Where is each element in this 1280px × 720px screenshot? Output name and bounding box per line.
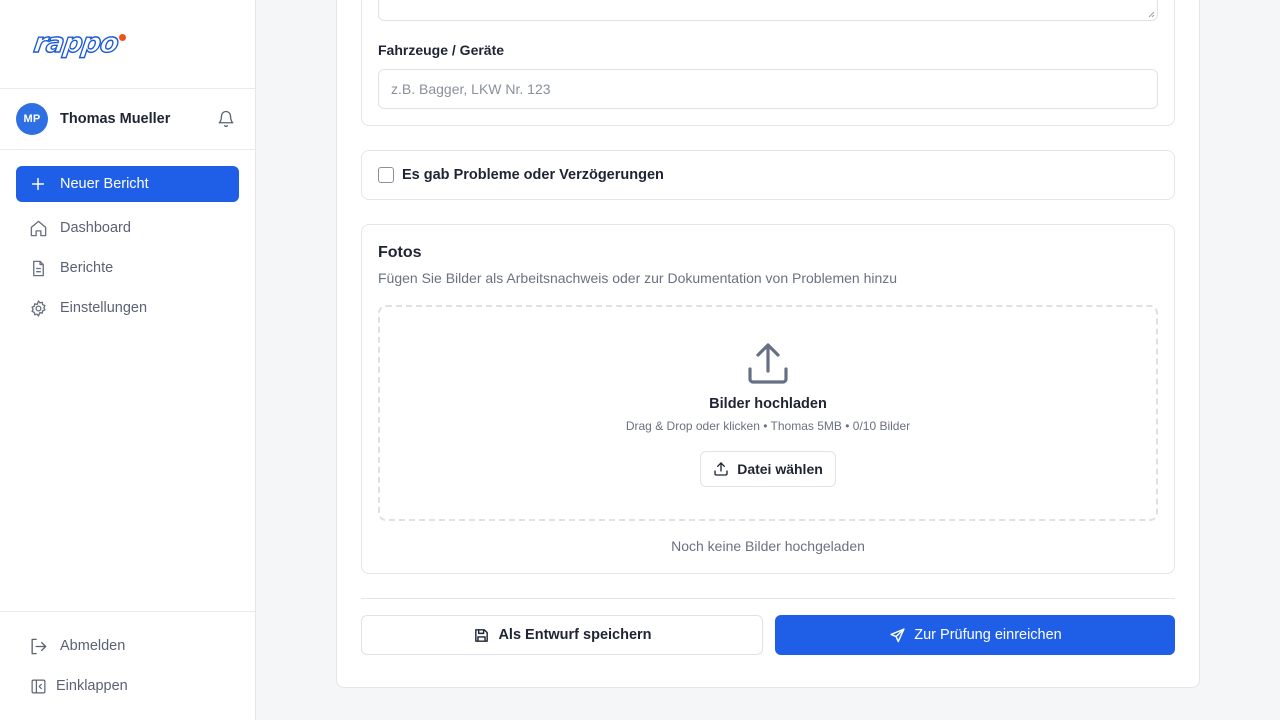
avatar[interactable]: MP [16,103,48,135]
problems-checkbox[interactable] [378,167,394,183]
sidebar-item-einstellungen[interactable]: Einstellungen [28,296,147,320]
problems-label: Es gab Probleme oder Verzögerungen [402,167,664,183]
sidebar: rappo MP Thomas Mueller Neuer Bericht Da… [0,0,256,720]
sidebar-item-dashboard[interactable]: Dashboard [28,216,131,240]
resize-handle-icon[interactable] [1147,10,1155,18]
sidebar-item-label: Dashboard [60,220,131,236]
plus-icon [29,175,47,193]
new-report-label: Neuer Bericht [60,176,149,192]
sidebar-item-label: Berichte [60,260,114,276]
logo-dot [118,34,126,41]
sidebar-item-berichte[interactable]: Berichte [28,256,113,280]
problems-checkbox-row[interactable]: Es gab Probleme oder Verzögerungen [378,166,664,184]
logout-icon [28,636,48,656]
upload-title: Bilder hochladen [709,396,827,412]
send-icon [888,626,906,644]
gear-icon [28,298,48,318]
upload-icon [748,343,788,384]
sidebar-divider [0,88,255,89]
save-draft-label: Als Entwurf speichern [498,627,652,643]
collapse-button[interactable]: Einklappen [28,674,128,698]
sidebar-item-label: Einstellungen [60,300,148,316]
sidebar-divider [0,149,255,150]
vehicles-input[interactable] [378,69,1158,109]
submit-label: Zur Prüfung einreichen [914,627,1062,643]
save-icon [472,626,490,644]
bell-icon[interactable] [216,109,236,129]
logout-button[interactable]: Abmelden [28,634,125,658]
no-images-note: Noch keine Bilder hochgeladen [671,538,865,554]
actions-divider [361,598,1175,599]
new-report-button[interactable]: Neuer Bericht [16,166,239,202]
home-icon [28,218,48,238]
rappo-logo[interactable]: rappo [31,26,126,60]
photos-title: Fotos [378,244,422,261]
document-icon [28,258,48,278]
user-name: Thomas Mueller [60,111,171,127]
collapse-label: Einklappen [56,678,128,694]
photo-dropzone[interactable] [378,305,1158,521]
choose-file-button[interactable]: Datei wählen [700,451,836,487]
logo-wordmark: rappo [31,27,121,59]
choose-file-label: Datei wählen [737,461,823,477]
upload-icon [713,461,729,477]
sidebar-divider [0,611,255,612]
upload-hint: Drag & Drop oder klicken • Thomas 5MB • … [625,419,911,433]
notes-textarea[interactable] [378,0,1158,21]
save-draft-button[interactable]: Als Entwurf speichern [361,615,763,655]
user-profile: MP Thomas Mueller [16,103,240,135]
vehicles-label: Fahrzeuge / Geräte [378,42,505,58]
logout-label: Abmelden [60,638,126,654]
photos-subtitle: Fügen Sie Bilder als Arbeitsnachweis ode… [378,270,898,286]
submit-for-review-button[interactable]: Zur Prüfung einreichen [775,615,1175,655]
collapse-sidebar-icon [28,676,48,696]
